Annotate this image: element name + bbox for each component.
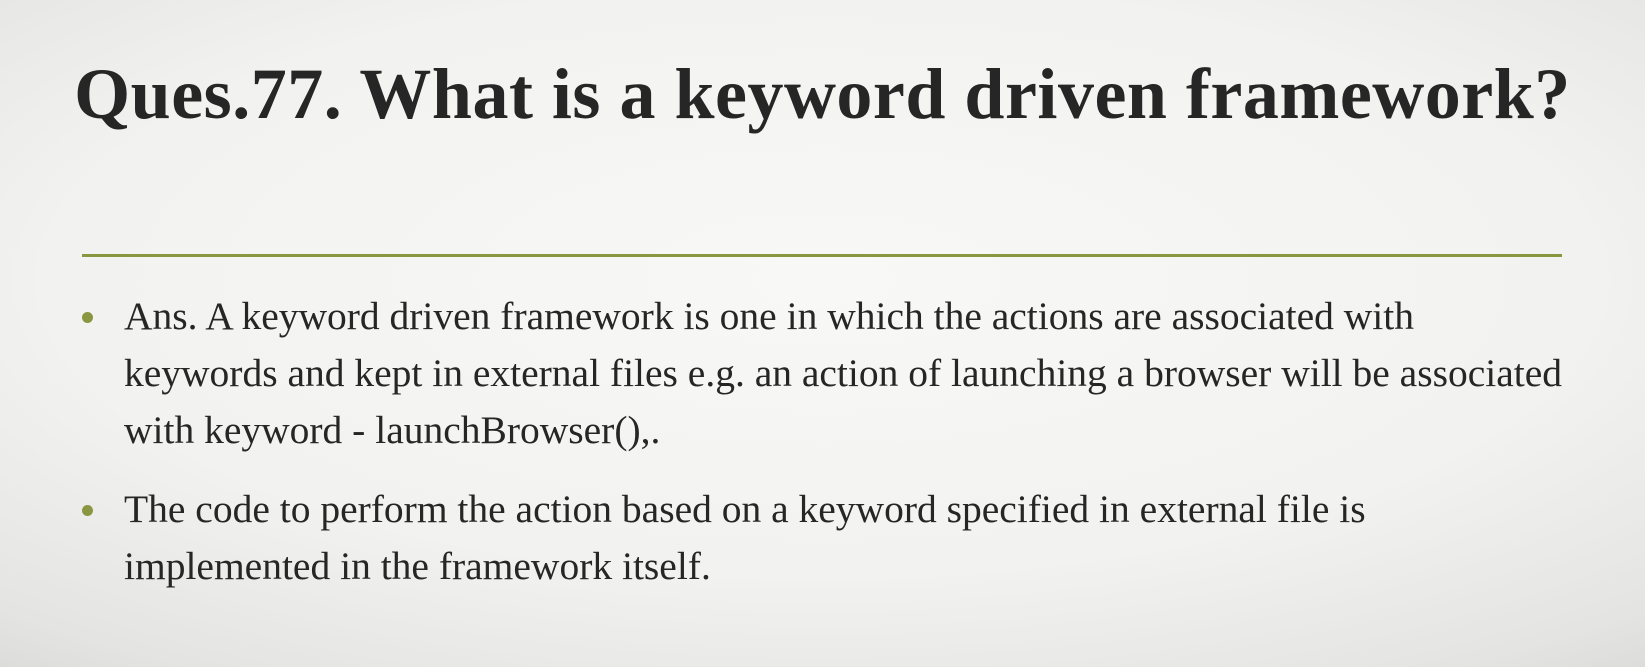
bullet-text: Ans. A keyword driven framework is one i… <box>124 294 1562 452</box>
bullet-dot-icon <box>82 505 93 516</box>
slide: Ques.77. What is a keyword driven framew… <box>0 0 1645 667</box>
bullet-list: Ans. A keyword driven framework is one i… <box>82 288 1572 595</box>
slide-title: Ques.77. What is a keyword driven framew… <box>74 54 1571 134</box>
title-divider <box>82 254 1562 257</box>
bullet-text: The code to perform the action based on … <box>124 487 1366 588</box>
bullet-dot-icon <box>82 312 93 323</box>
bullet-item: The code to perform the action based on … <box>82 481 1572 595</box>
bullet-item: Ans. A keyword driven framework is one i… <box>82 288 1572 459</box>
